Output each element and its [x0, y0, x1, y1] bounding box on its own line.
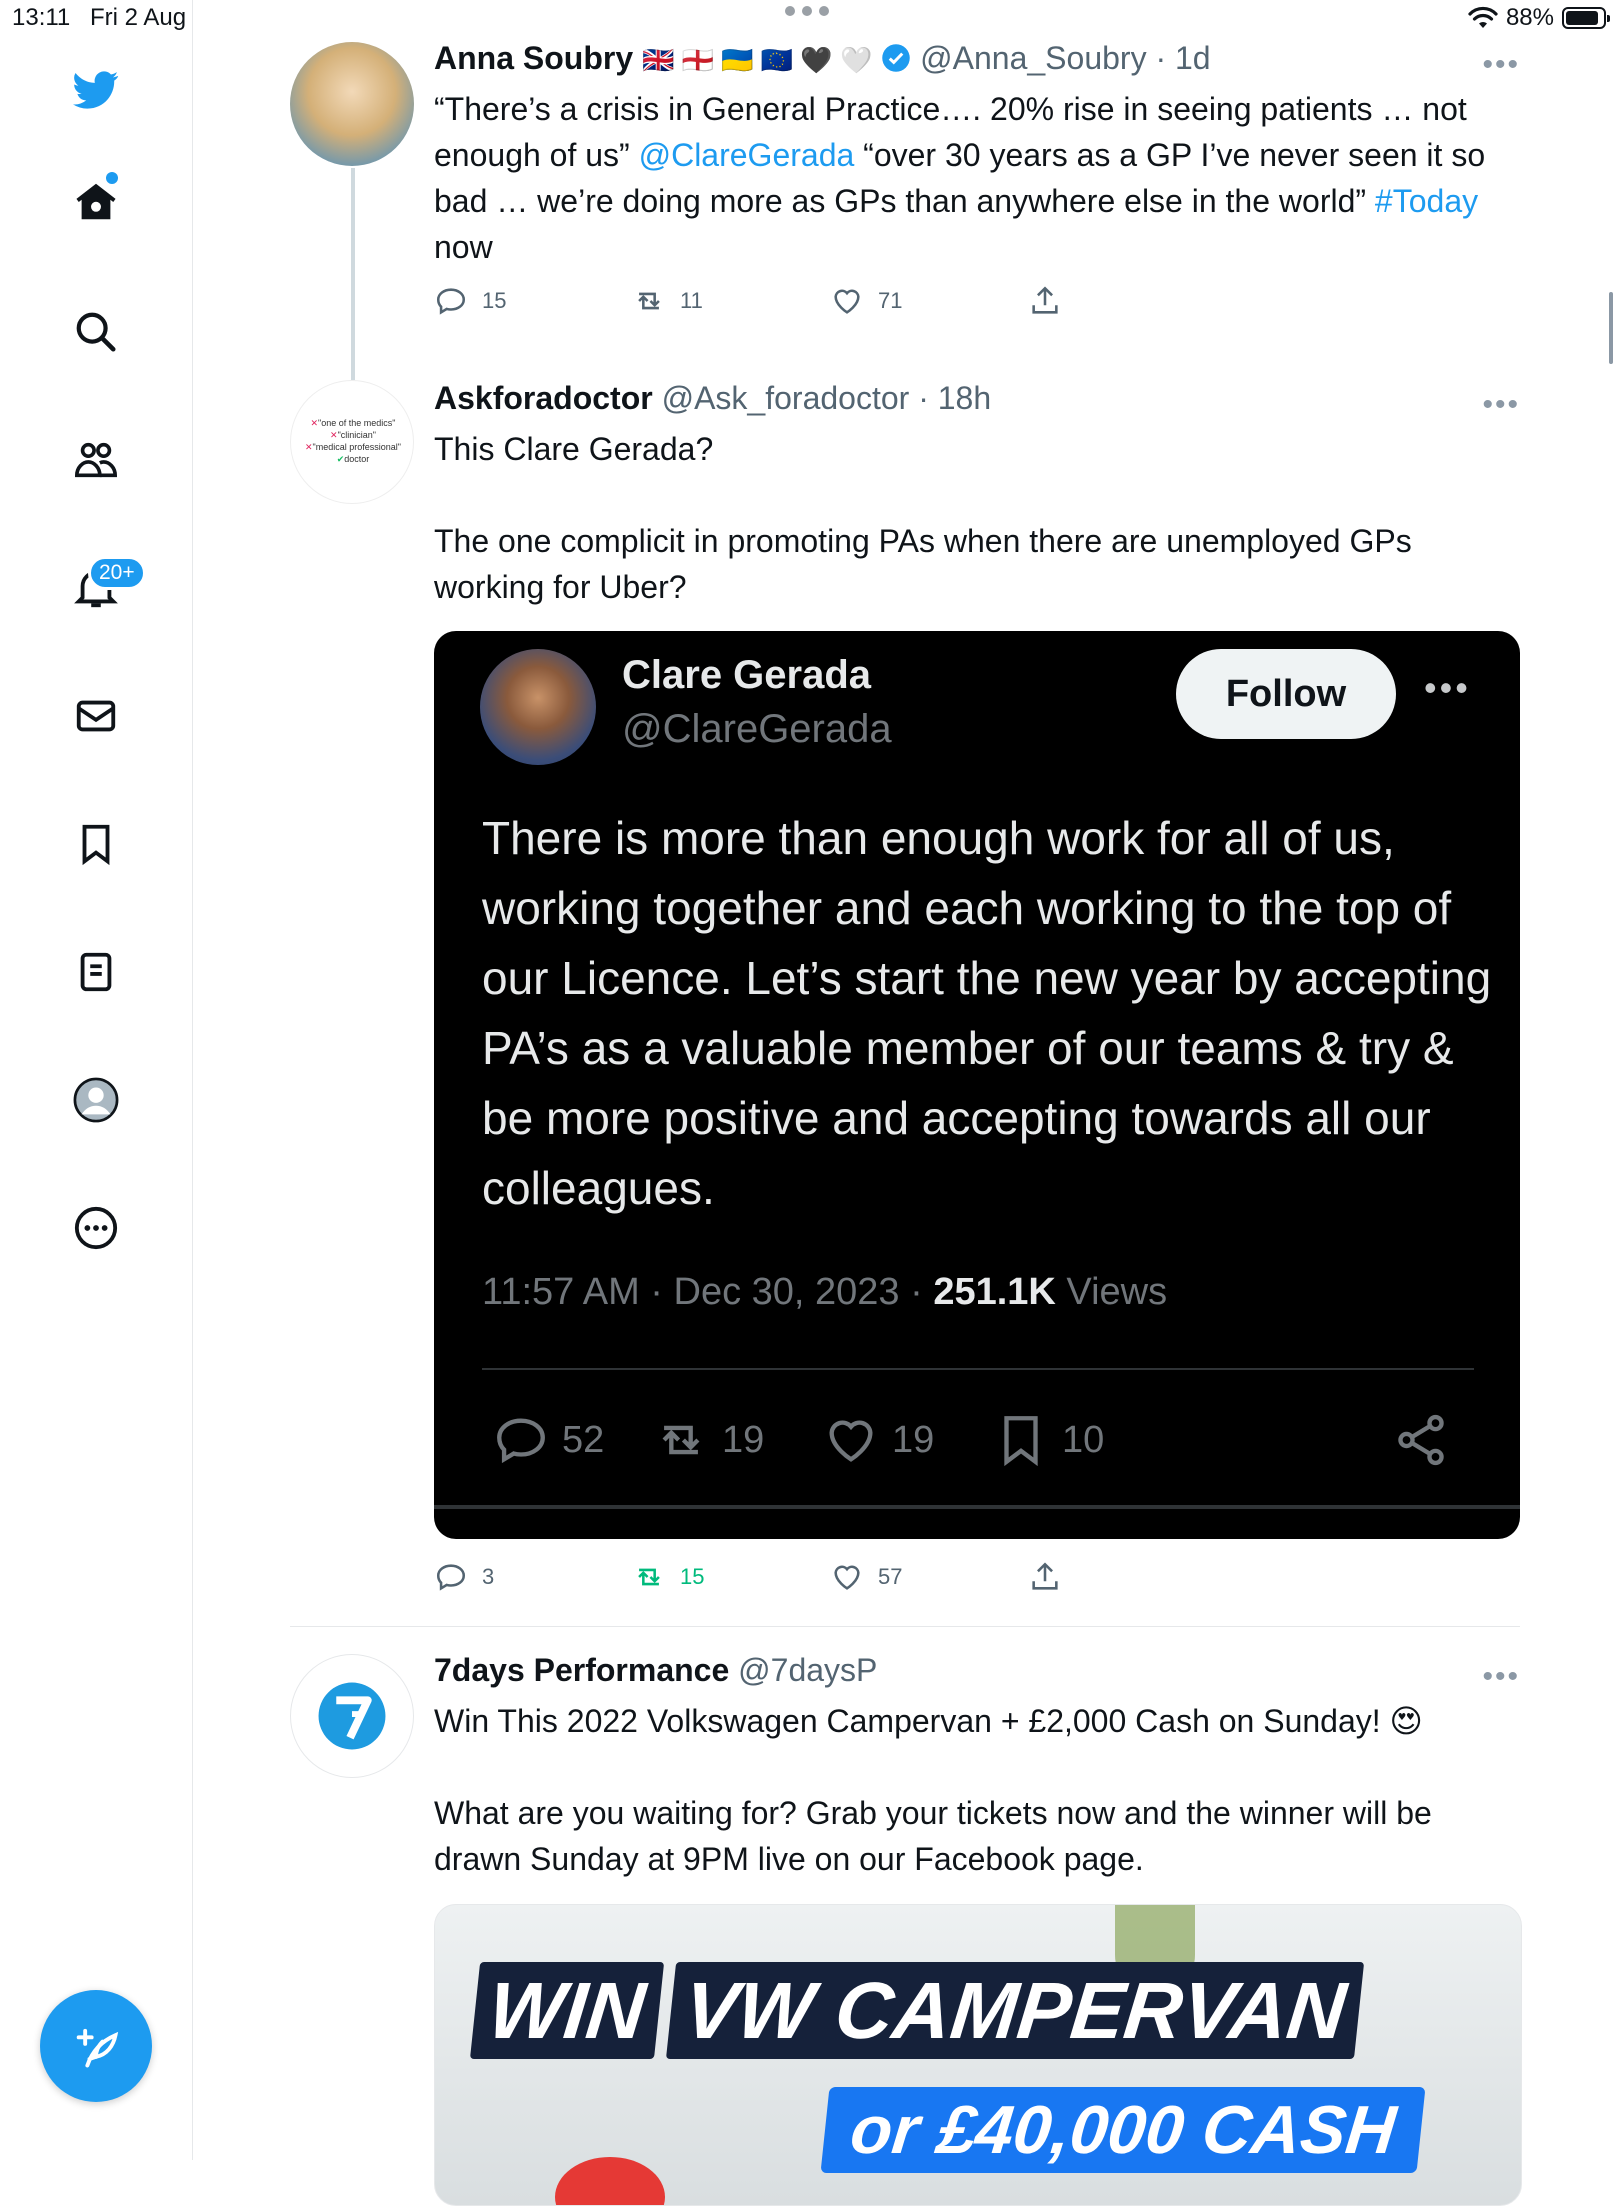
author-name[interactable]: Askforadoctor — [434, 380, 653, 416]
tweet-divider — [290, 1626, 1520, 1627]
like-button[interactable]: 71 — [830, 284, 902, 318]
home-unread-dot — [106, 172, 118, 184]
embed-follow-button: Follow — [1176, 649, 1396, 739]
heart-icon — [834, 1565, 860, 1590]
author-handle[interactable]: @7daysP — [738, 1652, 877, 1688]
messages-icon[interactable] — [64, 684, 128, 748]
embed-share — [1392, 1411, 1450, 1469]
timeline: Anna Soubry 🇬🇧 🏴󠁧󠁢󠁥󠁮󠁧󠁿 🇺🇦 🇪🇺 🖤 🤍 @Anna_S… — [192, 0, 1620, 2206]
reply-icon — [497, 1418, 545, 1464]
7days-logo-icon — [318, 1682, 386, 1750]
share-icon — [1032, 1562, 1058, 1590]
tweet-more-icon[interactable]: ••• — [1482, 48, 1520, 82]
search-icon[interactable] — [64, 300, 128, 364]
bookmark-icon — [1004, 1416, 1038, 1467]
tweet-text: “There’s a crisis in General Practice…. … — [434, 91, 1486, 265]
promo-subheadline: or £40,000 CASH — [820, 2087, 1426, 2173]
author-name[interactable]: Anna Soubry — [434, 40, 633, 76]
share-icon — [1032, 286, 1058, 314]
name-flags: 🇬🇧 🏴󠁧󠁢󠁥󠁮󠁧󠁿 🇺🇦 🇪🇺 🖤 🤍 — [642, 45, 873, 75]
heart-icon — [829, 1420, 873, 1462]
promo-headline: WIN VW CAMPERVAN — [469, 1962, 1376, 2059]
retweet-button[interactable]: 15 — [632, 1560, 704, 1594]
avatar[interactable] — [290, 1654, 414, 1778]
author-handle[interactable]: @Ask_foradoctor — [662, 380, 910, 416]
tweet-actions: 15 11 71 — [434, 284, 1074, 324]
embed-meta: 11:57 AM · Dec 30, 2023 · 251.1K Views — [482, 1271, 1168, 1313]
tweet-text-paragraph-2: The one complicit in promoting PAs when … — [434, 523, 1412, 605]
verified-badge-icon — [882, 44, 911, 72]
retweet-icon — [638, 1568, 660, 1586]
tweet-more-icon[interactable]: ••• — [1482, 1660, 1520, 1694]
thread-line — [351, 168, 355, 380]
embed-avatar — [480, 649, 596, 765]
avatar[interactable]: ✕"one of the medics" ✕"clinician" ✕"medi… — [290, 380, 414, 504]
embed-actions: 52 19 19 10 — [482, 1411, 1482, 1481]
sidebar: 20+ — [0, 0, 193, 2160]
hashtag-link[interactable]: #Today — [1375, 183, 1478, 219]
tweet-2-actions: 3 15 57 — [434, 1560, 1074, 1600]
tweet-text-paragraph-1: This Clare Gerada? — [434, 431, 714, 467]
tweet-time[interactable]: · 18h — [918, 380, 991, 416]
share-button[interactable] — [1028, 284, 1062, 318]
tweet-7days-performance[interactable]: 7days Performance @7daysP ••• Win This 2… — [290, 1652, 1520, 1892]
tweet-time[interactable]: · 1d — [1155, 40, 1210, 76]
like-button[interactable]: 57 — [830, 1560, 902, 1594]
embed-like: 19 — [822, 1411, 934, 1469]
avatar[interactable] — [290, 42, 414, 166]
retweet-icon — [638, 292, 660, 310]
embed-reply: 52 — [492, 1411, 604, 1469]
heart-icon — [834, 289, 860, 314]
more-options-icon[interactable] — [64, 1196, 128, 1260]
embed-more-icon: ••• — [1424, 667, 1471, 708]
promo-image[interactable]: WIN VW CAMPERVAN or £40,000 CASH — [434, 1904, 1522, 2206]
retweet-button[interactable]: 11 — [632, 284, 703, 318]
mention-link[interactable]: @ClareGerada — [639, 137, 855, 173]
tweet-text-paragraph-2: What are you waiting for? Grab your tick… — [434, 1795, 1432, 1877]
tweet-more-icon[interactable]: ••• — [1482, 388, 1520, 422]
notifications-badge: 20+ — [88, 556, 146, 590]
embed-author-name: Clare Gerada — [622, 653, 872, 697]
share-nodes-icon — [1398, 1414, 1444, 1466]
share-button[interactable] — [1028, 1560, 1062, 1594]
embedded-tweet-image[interactable]: Clare Gerada @ClareGerada Follow ••• The… — [434, 631, 1520, 1539]
twitter-logo-icon[interactable] — [64, 58, 128, 122]
home-icon[interactable] — [64, 170, 128, 234]
reply-button[interactable]: 15 — [434, 284, 506, 318]
reply-icon — [436, 1564, 466, 1591]
tweet-anna-soubry[interactable]: Anna Soubry 🇬🇧 🏴󠁧󠁢󠁥󠁮󠁧󠁿 🇺🇦 🇪🇺 🖤 🤍 @Anna_S… — [290, 40, 1520, 340]
communities-icon[interactable] — [64, 428, 128, 492]
scrollbar[interactable] — [1609, 292, 1613, 364]
author-handle[interactable]: @Anna_Soubry — [920, 40, 1146, 76]
embed-author-handle: @ClareGerada — [622, 707, 892, 751]
reply-button[interactable]: 3 — [434, 1560, 494, 1594]
profile-avatar-icon[interactable] — [64, 1068, 128, 1132]
bookmarks-icon[interactable] — [64, 812, 128, 876]
embed-retweet: 19 — [652, 1411, 764, 1469]
compose-tweet-button[interactable] — [40, 1990, 152, 2102]
embed-tweet-text: There is more than enough work for all o… — [482, 812, 1492, 1214]
reply-icon — [436, 288, 466, 315]
embed-bookmark: 10 — [992, 1411, 1104, 1469]
compose-feather-icon — [76, 2028, 119, 2068]
retweet-icon — [662, 1425, 700, 1455]
tweet-text-paragraph-1: Win This 2022 Volkswagen Campervan + £2,… — [434, 1703, 1423, 1739]
lists-icon[interactable] — [64, 940, 128, 1004]
author-name[interactable]: 7days Performance — [434, 1652, 729, 1688]
